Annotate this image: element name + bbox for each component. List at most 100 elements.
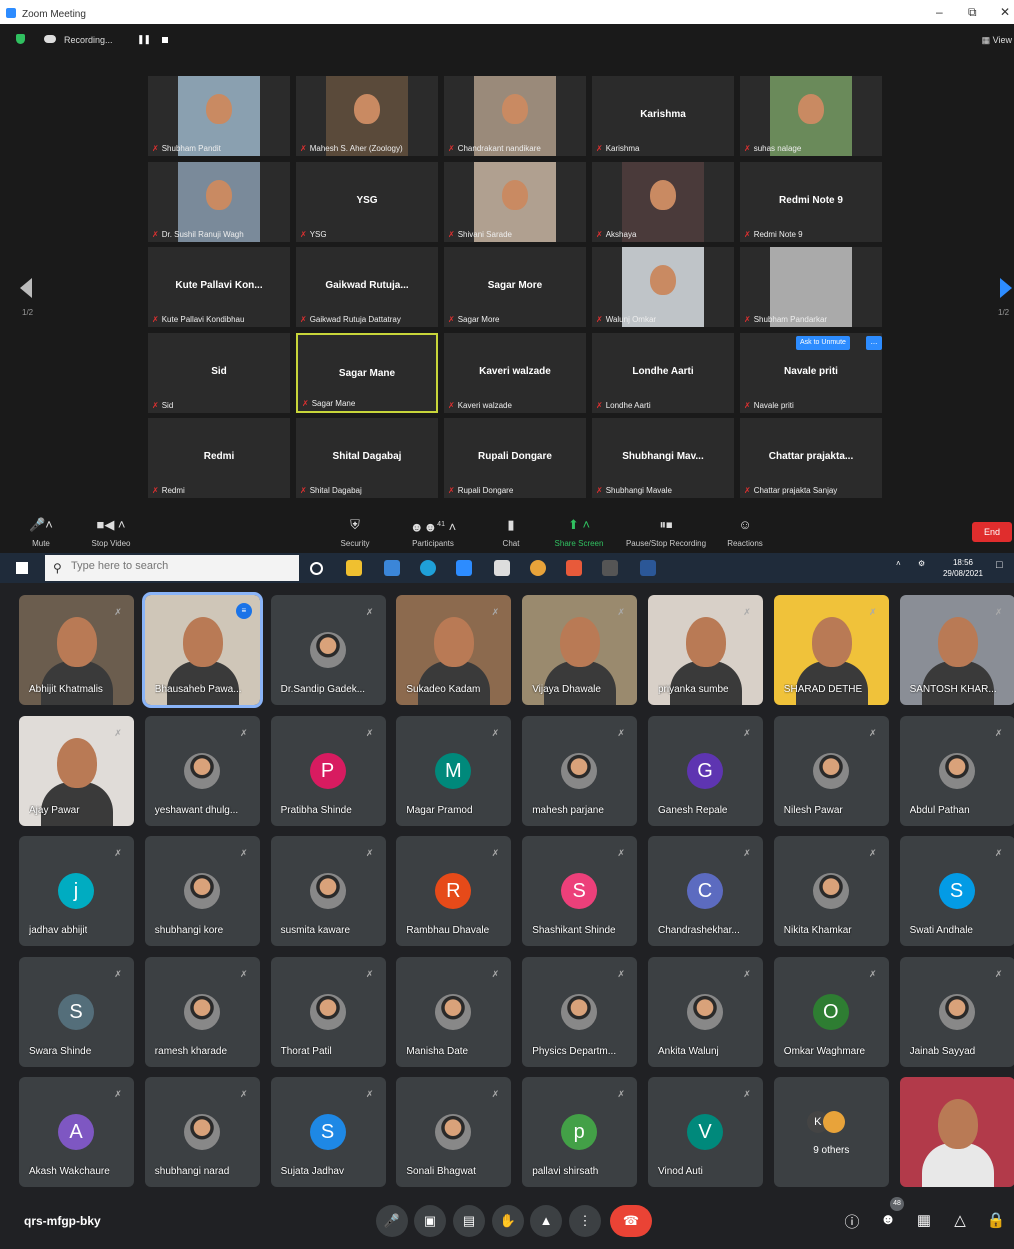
close-icon[interactable]: ✕ (1000, 5, 1010, 19)
meet-participant-tile[interactable]: ✗ Abdul Pathan (899, 715, 1014, 826)
meet-participant-tile[interactable]: ✗ Jainab Sayyad (899, 956, 1014, 1067)
meet-participant-tile[interactable]: ✗ Ajay Pawar (19, 715, 134, 826)
zoom-participant-tile[interactable]: ✗ Mahesh S. Aher (Zoology) (296, 76, 438, 156)
zoom-participant-tile[interactable]: Sid ✗ Sid (148, 332, 290, 413)
meet-participant-tile[interactable]: O ✗ Omkar Waghmare (773, 956, 889, 1067)
meet-participant-tile[interactable]: ≡ Bhausaheb Pawa... (141, 592, 263, 708)
meet-participant-tile[interactable]: V ✗ Vinod Auti (648, 1077, 763, 1187)
chrome-icon[interactable] (530, 560, 546, 576)
people-icon[interactable]: ☻ (878, 1211, 898, 1228)
taskbar-search[interactable]: ⚲ (45, 555, 299, 581)
store-icon[interactable] (494, 560, 510, 576)
meet-participant-tile[interactable]: M ✗ Magar Pramod (396, 715, 512, 826)
notifications-icon[interactable]: □ (996, 559, 1003, 571)
edge-icon[interactable] (420, 560, 436, 576)
minimize-icon[interactable]: – (936, 5, 943, 19)
meet-participant-tile[interactable]: ✗ Dr.Sandip Gadek... (270, 595, 386, 705)
taskbar-clock[interactable]: 18:56 29/08/2021 (938, 557, 988, 579)
meet-participant-tile[interactable]: ✗ Nilesh Pawar (773, 715, 889, 826)
raise-hand-button[interactable]: ✋ (492, 1205, 524, 1237)
taskbar-search-input[interactable] (71, 560, 291, 572)
zoom-participant-tile[interactable]: ✗ Dr. Sushil Ranuji Wagh (148, 161, 290, 242)
next-page-icon[interactable] (1000, 278, 1012, 298)
meet-participant-tile[interactable]: ✗ Sukadeo Kadam (396, 595, 512, 705)
meet-participant-tile[interactable] (899, 1077, 1014, 1187)
meet-participant-tile[interactable]: ✗ susmita kaware (270, 836, 386, 946)
meet-participant-tile[interactable]: R ✗ Rambhau Dhavale (396, 836, 512, 946)
share-screen-button[interactable]: ⬆ ˄ Share Screen (544, 516, 614, 548)
meet-participant-tile[interactable]: ✗ priyanka sumbe (648, 595, 763, 705)
cortana-icon[interactable] (310, 562, 323, 575)
meet-participant-tile[interactable]: ✗ yeshawant dhulg... (144, 715, 260, 826)
meet-participant-tile[interactable]: K9 others (773, 1077, 889, 1187)
stop-recording-icon[interactable] (162, 37, 168, 43)
meet-participant-tile[interactable]: S ✗ Shashikant Shinde (522, 836, 638, 946)
leave-call-button[interactable]: ☎ (610, 1205, 652, 1237)
meet-participant-tile[interactable]: ✗ shubhangi narad (144, 1077, 260, 1187)
captions-button[interactable]: ▤ (453, 1205, 485, 1237)
zoom-participant-tile[interactable]: Kute Pallavi Kon... ✗ Kute Pallavi Kondibh… (148, 247, 290, 327)
meet-participant-tile[interactable]: S ✗ Swara Shinde (19, 956, 134, 1067)
zoom-participant-tile[interactable]: ✗ Walunj Omkar (592, 247, 734, 327)
meet-participant-tile[interactable]: S ✗ Swati Andhale (899, 836, 1014, 946)
prev-page-icon[interactable] (20, 278, 32, 298)
zoom-participant-tile[interactable]: Karishma ✗ Karishma (592, 76, 734, 156)
end-meeting-button[interactable]: End (972, 522, 1012, 542)
shield-icon[interactable] (16, 34, 25, 44)
meet-participant-tile[interactable]: A ✗ Akash Wakchaure (19, 1077, 134, 1187)
stop-video-button[interactable]: ■◀ ˄ Stop Video (76, 516, 146, 548)
zoom-participant-tile[interactable]: Redmi Note 9 ✗ Redmi Note 9 (740, 161, 882, 242)
meet-participant-tile[interactable]: ✗ mahesh parjane (522, 715, 638, 826)
zoom-participant-tile[interactable]: ✗ Shubham Pandarkar (740, 247, 882, 327)
pause-stop-recording-button[interactable]: ⏸⏹ Pause/Stop Recording (622, 516, 710, 548)
ask-to-unmute-button[interactable]: Ask to Unmute (796, 336, 850, 350)
paint-icon[interactable] (566, 560, 582, 576)
mic-button[interactable]: 🎤 (376, 1205, 408, 1237)
zoom-participant-tile[interactable]: Gaikwad Rutuja... ✗ Gaikwad Rutuja Dattatr… (296, 247, 438, 327)
chat-button[interactable]: ▮ Chat (476, 516, 546, 548)
meet-participant-tile[interactable]: ✗ Nikita Khamkar (773, 836, 889, 946)
zoom-participant-tile[interactable]: Shubhangi Mav... ✗ Shubhangi Mavale (592, 418, 734, 498)
zoom-participant-tile[interactable]: YSG ✗ YSG (296, 161, 438, 242)
meet-participant-tile[interactable]: ✗ shubhangi kore (144, 836, 260, 946)
meet-participant-tile[interactable]: ✗ Abhijit Khatmalis (19, 595, 134, 705)
meet-participant-tile[interactable]: C ✗ Chandrashekhar... (648, 836, 763, 946)
zoom-participant-tile[interactable]: Redmi ✗ Redmi (148, 418, 290, 498)
zoom-taskbar-icon[interactable] (456, 560, 472, 576)
tile-more-button[interactable]: ... (866, 336, 882, 350)
view-button[interactable]: ▦ View (982, 35, 1012, 46)
zoom-participant-tile[interactable]: Kaveri walzade ✗ Kaveri walzade (444, 332, 586, 413)
tray-chevron-icon[interactable]: ˄ (896, 559, 901, 568)
zoom-participant-tile[interactable]: ✗ Shubham Pandit (148, 76, 290, 156)
meet-participant-tile[interactable]: p ✗ pallavi shirsath (522, 1077, 638, 1187)
host-controls-icon[interactable]: 🔒 (986, 1211, 1006, 1229)
zoom-participant-tile[interactable]: Londhe Aarti ✗ Londhe Aarti (592, 332, 734, 413)
zoom-participant-tile[interactable]: ✗ suhas nalage (740, 76, 882, 156)
chat-icon[interactable]: ▦ (914, 1211, 934, 1229)
meeting-details-icon[interactable]: ⓘ (842, 1211, 862, 1232)
zoom-participant-tile[interactable]: Sagar More ✗ Sagar More (444, 247, 586, 327)
reactions-button[interactable]: ☺ Reactions (710, 516, 780, 548)
meet-participant-tile[interactable]: ✗ SHARAD DETHE (773, 595, 889, 705)
network-icon[interactable]: ⚙ (918, 559, 925, 568)
camera-button[interactable]: ▣ (414, 1205, 446, 1237)
more-options-button[interactable]: ⋮ (569, 1205, 601, 1237)
maximize-icon[interactable]: ⧉ (968, 5, 977, 20)
security-button[interactable]: ⛨ Security (320, 516, 390, 548)
meet-participant-tile[interactable]: j ✗ jadhav abhijit (19, 836, 134, 946)
activities-icon[interactable]: △ (950, 1211, 970, 1229)
zoom-participant-tile[interactable]: ✗ Akshaya (592, 161, 734, 242)
zoom-participant-tile[interactable]: Rupali Dongare ✗ Rupali Dongare (444, 418, 586, 498)
meet-participant-tile[interactable]: ✗ Ankita Walunj (648, 956, 763, 1067)
mail-icon[interactable] (384, 560, 400, 576)
meet-participant-tile[interactable]: ✗ Thorat Patil (270, 956, 386, 1067)
meet-participant-tile[interactable]: S ✗ Sujata Jadhav (270, 1077, 386, 1187)
present-button[interactable]: ▲ (530, 1205, 562, 1237)
zoom-participant-tile[interactable]: Chattar prajakta... ✗ Chattar prajakta San… (740, 418, 882, 498)
file-explorer-icon[interactable] (346, 560, 362, 576)
meet-participant-tile[interactable]: ✗ Physics Departm... (522, 956, 638, 1067)
zoom-participant-tile[interactable]: ✗ Chandrakant nandikare (444, 76, 586, 156)
meet-participant-tile[interactable]: G ✗ Ganesh Repale (648, 715, 763, 826)
mute-button[interactable]: 🎤˄ Mute (6, 516, 76, 548)
search-app-icon[interactable] (602, 560, 618, 576)
